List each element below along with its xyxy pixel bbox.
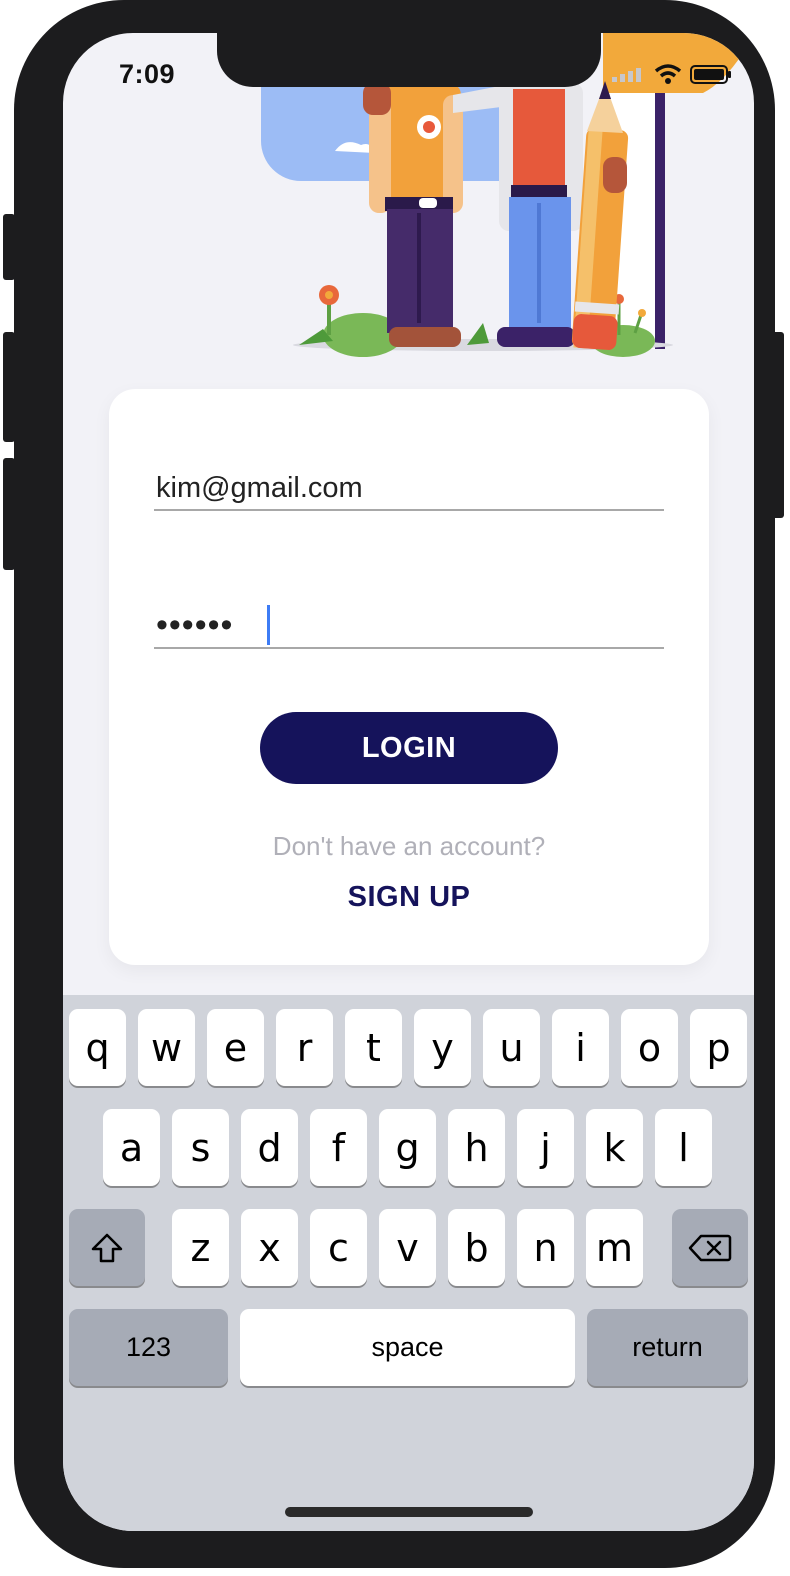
- no-account-text: Don't have an account?: [272, 831, 546, 861]
- phone-frame: 7:09 kim@gmail.com •••••• LOGIN Don't ha…: [14, 0, 775, 1568]
- signup-link[interactable]: SIGN UP: [109, 881, 709, 914]
- key-x[interactable]: x: [241, 1209, 298, 1286]
- key-p[interactable]: p: [690, 1009, 747, 1086]
- key-l[interactable]: l: [655, 1109, 712, 1186]
- backspace-key[interactable]: [672, 1209, 748, 1286]
- signal-icon: [612, 68, 641, 82]
- key-q[interactable]: q: [69, 1009, 126, 1086]
- key-h[interactable]: h: [448, 1109, 505, 1186]
- shift-key[interactable]: [69, 1209, 145, 1286]
- key-k[interactable]: k: [586, 1109, 643, 1186]
- email-value: kim@gmail.com: [156, 472, 363, 504]
- login-card: kim@gmail.com •••••• LOGIN Don't have an…: [109, 389, 709, 965]
- numbers-key[interactable]: 123: [69, 1309, 228, 1386]
- text-caret: [267, 605, 270, 645]
- shift-icon: [91, 1233, 123, 1262]
- key-c[interactable]: c: [310, 1209, 367, 1286]
- key-f[interactable]: f: [310, 1109, 367, 1186]
- key-o[interactable]: o: [621, 1009, 678, 1086]
- key-r[interactable]: r: [276, 1009, 333, 1086]
- email-field[interactable]: kim@gmail.com: [154, 457, 664, 511]
- login-button[interactable]: LOGIN: [260, 712, 558, 784]
- key-u[interactable]: u: [483, 1009, 540, 1086]
- key-t[interactable]: t: [345, 1009, 402, 1086]
- key-d[interactable]: d: [241, 1109, 298, 1186]
- key-j[interactable]: j: [517, 1109, 574, 1186]
- key-z[interactable]: z: [172, 1209, 229, 1286]
- status-time: 7:09: [119, 59, 176, 89]
- key-y[interactable]: y: [414, 1009, 471, 1086]
- keyboard: q w e r t y u i o p a s d f g h j k l z: [63, 995, 754, 1531]
- battery-icon: [690, 65, 731, 84]
- status-icons: [612, 59, 732, 89]
- notch: [217, 33, 601, 87]
- password-value: ••••••: [156, 606, 234, 644]
- key-g[interactable]: g: [379, 1109, 436, 1186]
- key-i[interactable]: i: [552, 1009, 609, 1086]
- key-e[interactable]: e: [207, 1009, 264, 1086]
- key-b[interactable]: b: [448, 1209, 505, 1286]
- password-field[interactable]: ••••••: [154, 595, 664, 649]
- wifi-icon: [654, 64, 682, 84]
- space-key[interactable]: space: [240, 1309, 575, 1386]
- key-s[interactable]: s: [172, 1109, 229, 1186]
- return-key[interactable]: return: [587, 1309, 748, 1386]
- key-v[interactable]: v: [379, 1209, 436, 1286]
- key-n[interactable]: n: [517, 1209, 574, 1286]
- screen: 7:09 kim@gmail.com •••••• LOGIN Don't ha…: [63, 33, 754, 1531]
- key-a[interactable]: a: [103, 1109, 160, 1186]
- backspace-icon: [688, 1234, 732, 1261]
- key-w[interactable]: w: [138, 1009, 195, 1086]
- key-m[interactable]: m: [586, 1209, 643, 1286]
- home-indicator[interactable]: [285, 1507, 533, 1517]
